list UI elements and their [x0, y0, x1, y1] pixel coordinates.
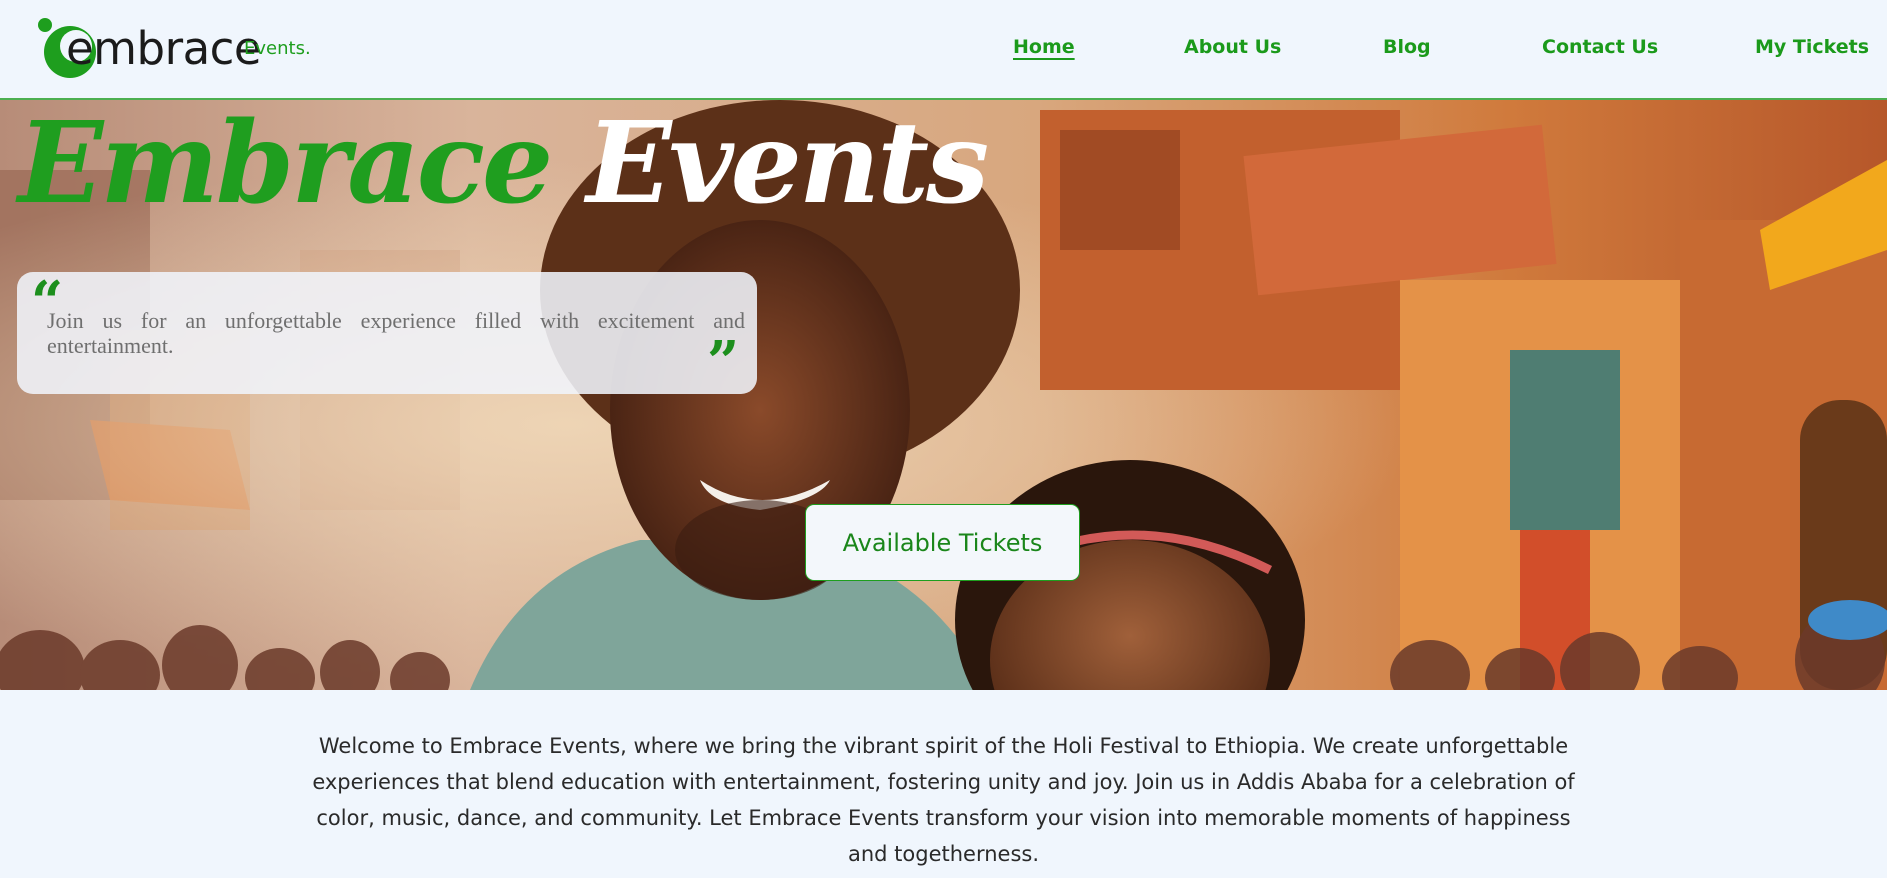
nav-blog[interactable]: Blog: [1383, 36, 1431, 58]
close-quote-icon: ”: [707, 329, 740, 395]
intro-paragraph: Welcome to Embrace Events, where we brin…: [312, 734, 1575, 866]
nav-home[interactable]: Home: [1013, 36, 1075, 58]
site-header: embrace Events. Home About Us Blog Conta…: [0, 0, 1887, 100]
available-tickets-button[interactable]: Available Tickets: [805, 504, 1080, 581]
hero-title-embrace: Embrace: [18, 100, 553, 229]
nav-contact-us[interactable]: Contact Us: [1542, 36, 1658, 58]
nav-about-us[interactable]: About Us: [1184, 36, 1281, 58]
hero-title: Embrace Events: [18, 108, 989, 220]
hero-quote-box: “ Join us for an unforgettable experienc…: [17, 272, 757, 394]
hero-title-events: Events: [586, 100, 989, 229]
hero-section: Embrace Events “ Join us for an unforget…: [0, 100, 1887, 690]
hero-quote-text: Join us for an unforgettable experience …: [47, 308, 745, 358]
main-nav: Home About Us Blog Contact Us My Tickets: [0, 0, 1887, 100]
nav-my-tickets[interactable]: My Tickets: [1755, 36, 1869, 58]
